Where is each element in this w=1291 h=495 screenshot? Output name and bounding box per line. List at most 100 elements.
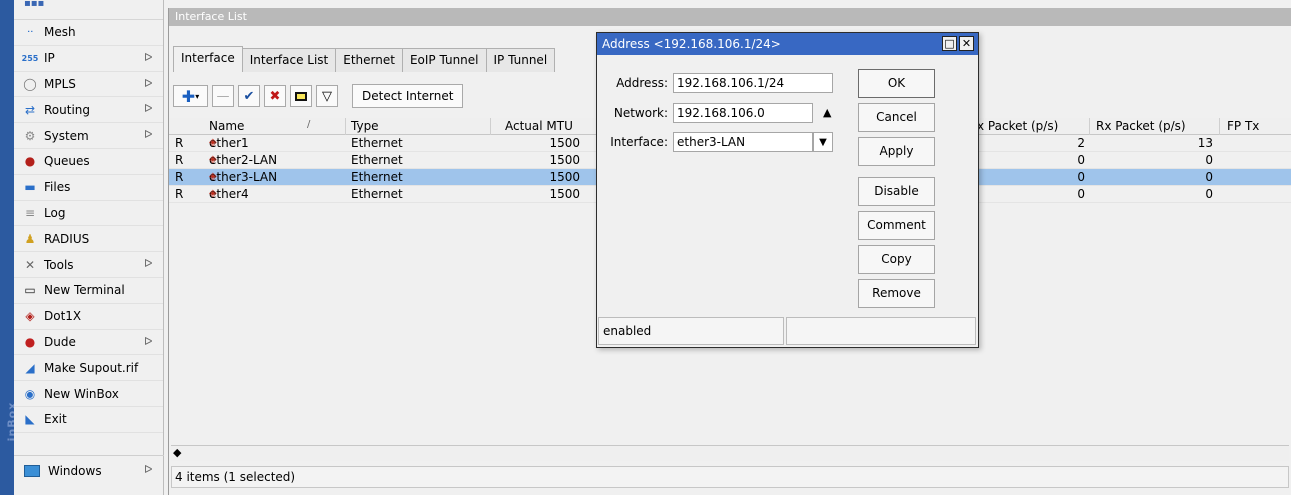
sidebar-item-dot1x[interactable]: ◈ Dot1X [14,304,163,330]
row-name: ◈ ether1 [209,136,249,150]
remove-button[interactable]: Remove [858,279,935,308]
disable-button[interactable]: Disable [858,177,935,206]
queues-icon: ● [24,154,36,169]
row-rx-packet: 0 [1205,153,1213,167]
row-tx-packet: 0 [1077,187,1085,201]
row-flag: R [175,187,184,201]
interface-select[interactable]: ether3-LAN [673,132,813,152]
interfaces-icon: ▪▪▪ [24,0,45,9]
scroll-left-icon[interactable]: ◆ [173,446,181,459]
comment-button[interactable]: Comment [858,211,935,240]
tab-ip-tunnel[interactable]: IP Tunnel [485,48,556,72]
comment-button[interactable] [290,85,312,107]
dialog-title-text: Address <192.168.106.1/24> [602,37,781,51]
close-button[interactable]: ✕ [959,36,974,51]
sidebar-item-new-winbox[interactable]: ◉ New WinBox [14,381,163,407]
row-name: ◈ ether2-LAN [209,153,277,167]
comment-icon [295,91,307,101]
sidebar-item-tools[interactable]: ✕ Tools ᐅ [14,252,163,278]
interface-label: Interface: [610,135,668,149]
sidebar-item-system[interactable]: ⚙ System ᐅ [14,123,163,149]
sidebar-item-label: Mesh [44,25,76,40]
row-mtu: 1500 [549,187,580,201]
network-field[interactable]: 192.168.106.0 [673,103,813,123]
submenu-arrow-icon: ᐅ [144,334,153,348]
sidebar-item-label: New Terminal [44,283,125,298]
collapse-arrow-icon[interactable]: ▲ [823,106,831,119]
row-flag: R [175,153,184,167]
column-header-rx-packet[interactable]: Rx Packet (p/s) [1096,119,1214,133]
system-icon: ⚙ [24,128,36,143]
row-flag: R [175,136,184,150]
column-header-fp-tx[interactable]: FP Tx [1227,119,1259,133]
cancel-button[interactable]: Cancel [858,103,935,132]
sidebar-item-files[interactable]: ▬ Files [14,175,163,201]
address-dialog-title: Address <192.168.106.1/24> □ ✕ [597,33,978,55]
address-field[interactable]: 192.168.106.1/24 [673,73,833,93]
sidebar-item-queues[interactable]: ● Queues [14,149,163,175]
sidebar-item-exit[interactable]: ◣ Exit [14,407,163,433]
sidebar-item-mpls[interactable]: ◯ MPLS ᐅ [14,72,163,98]
exit-icon: ◣ [25,412,35,427]
files-icon: ▬ [24,180,36,195]
mpls-icon: ◯ [23,76,37,91]
check-icon: ✔ [243,88,255,104]
filter-button[interactable]: ▽ [316,85,338,107]
dude-icon: ● [24,334,36,349]
tab-ethernet[interactable]: Ethernet [335,48,403,72]
tab-interface[interactable]: Interface [173,46,243,72]
row-tx-packet: 2 [1077,136,1085,150]
interface-name: ether3-LAN [209,170,278,184]
network-label: Network: [613,106,668,120]
tools-icon: ✕ [24,257,36,272]
column-header-name[interactable]: Name [209,119,244,133]
winbox-icon: ◉ [24,386,36,401]
disable-button[interactable]: ✖ [264,85,286,107]
row-mtu: 1500 [549,136,580,150]
ok-button[interactable]: OK [858,69,935,98]
submenu-arrow-icon: ᐅ [144,257,153,271]
interface-dropdown-button[interactable]: ▼ [813,132,833,152]
terminal-icon: ▭ [24,283,36,298]
row-rx-packet: 0 [1205,187,1213,201]
sidebar-item-label: RADIUS [44,231,90,246]
dialog-status: enabled [598,317,784,345]
maximize-button[interactable]: □ [942,36,957,51]
status-bar: 4 items (1 selected) [171,466,1289,488]
enable-button[interactable]: ✔ [238,85,260,107]
sidebar-item-ip[interactable]: 255 IP ᐅ [14,46,163,72]
column-header-tx-packet[interactable]: x Packet (p/s) [977,119,1087,133]
sidebar-item-radius[interactable]: ♟ RADIUS [14,226,163,253]
sidebar-top: ▪▪▪ [14,0,163,20]
copy-button[interactable]: Copy [858,245,935,274]
ethernet-port-icon: ◈ [209,137,217,148]
sidebar-item-windows[interactable]: Windows ᐅ [14,455,164,485]
sidebar-item-mesh[interactable]: ᐧᐧ Mesh [14,20,163,46]
sidebar-item-new-terminal[interactable]: ▭ New Terminal [14,278,163,304]
toolbar: ✚ ▾ — ✔ ✖ ▽ Detect Internet [173,82,464,110]
column-header-type[interactable]: Type [351,119,379,133]
ethernet-port-icon: ◈ [209,154,217,165]
sidebar-item-routing[interactable]: ⇄ Routing ᐅ [14,97,163,124]
ethernet-port-icon: ◈ [209,188,217,199]
column-header-mtu[interactable]: Actual MTU [505,119,593,133]
log-icon: ≡ [24,205,36,220]
row-type: Ethernet [351,187,403,201]
sidebar-item-dude[interactable]: ● Dude ᐅ [14,330,163,356]
sidebar-item-label: New WinBox [44,386,119,401]
apply-button[interactable]: Apply [858,137,935,166]
sidebar-item-make-supout-rif[interactable]: ◢ Make Supout.rif [14,355,163,382]
row-rx-packet: 0 [1205,170,1213,184]
sidebar-item-label: Queues [44,154,90,169]
tab-interface-list[interactable]: Interface List [241,48,337,72]
horizontal-scrollbar[interactable]: ◆ [171,445,1289,461]
add-button[interactable]: ✚ ▾ [173,85,208,107]
sidebar-item-label: Windows [48,463,102,478]
row-mtu: 1500 [549,170,580,184]
remove-button[interactable]: — [212,85,234,107]
detect-internet-button[interactable]: Detect Internet [352,84,464,108]
maximize-icon: □ [944,37,955,50]
tab-eoip-tunnel[interactable]: EoIP Tunnel [401,48,487,72]
plus-icon: ✚ [181,86,196,106]
sidebar-item-log[interactable]: ≡ Log [14,201,163,227]
